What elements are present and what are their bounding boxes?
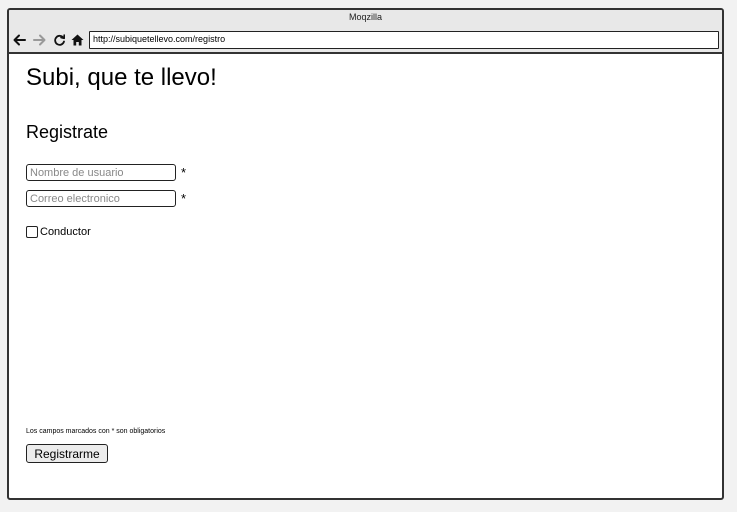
site-title: Subi, que te llevo! [26, 64, 217, 91]
back-arrow-icon[interactable] [12, 33, 26, 47]
browser-window: Moqzilla http://subiquetellevo.com/regis… [7, 8, 724, 500]
browser-toolbar: http://subiquetellevo.com/registro [9, 30, 722, 54]
driver-checkbox[interactable] [26, 226, 38, 238]
required-marker-username: * [181, 165, 187, 180]
required-fields-note: Los campos marcados con * son obligatori… [26, 428, 166, 435]
url-bar[interactable]: http://subiquetellevo.com/registro [89, 31, 719, 49]
section-title: Registrate [26, 122, 109, 142]
forward-arrow-icon[interactable] [32, 33, 46, 47]
page-content: Subi, que te llevo! Registrate * * Condu… [9, 54, 722, 498]
reload-icon[interactable] [52, 33, 66, 47]
window-titlebar: Moqzilla [9, 10, 722, 30]
required-marker-email: * [181, 191, 187, 206]
register-button[interactable]: Registrarme [26, 444, 108, 463]
driver-checkbox-row[interactable]: Conductor [26, 226, 91, 238]
window-title: Moqzilla [348, 12, 382, 22]
email-input[interactable] [26, 190, 176, 207]
home-icon[interactable] [70, 33, 84, 47]
driver-checkbox-label: Conductor [40, 226, 91, 238]
username-input[interactable] [26, 164, 176, 181]
